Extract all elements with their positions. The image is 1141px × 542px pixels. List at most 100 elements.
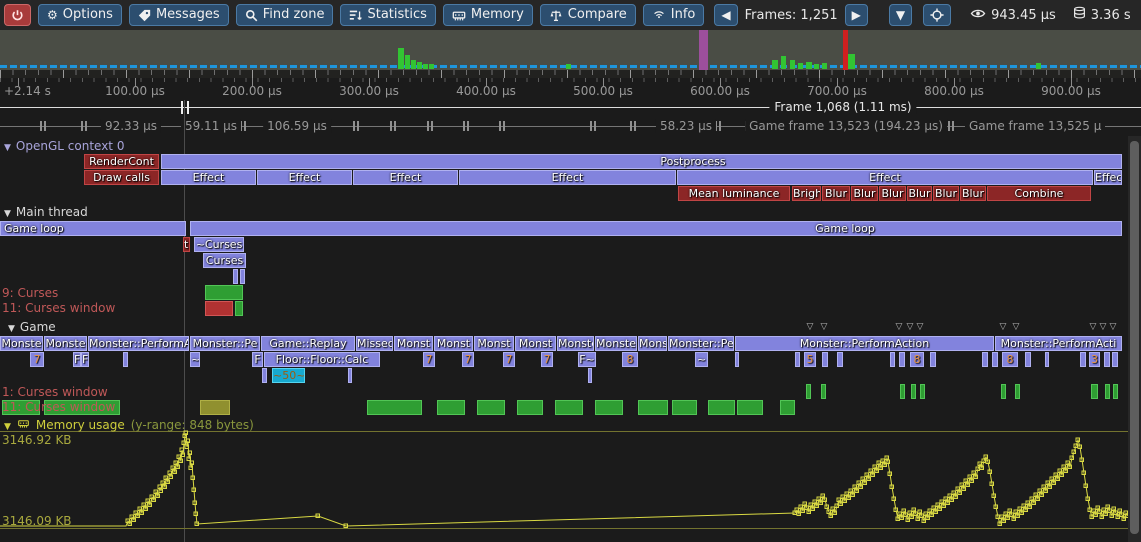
zone-bar[interactable] <box>1025 352 1031 367</box>
plot-bar[interactable] <box>900 384 905 399</box>
zone-bar[interactable]: Monste <box>595 336 637 351</box>
message-marker[interactable]: ▽ <box>807 322 814 332</box>
plot-bar[interactable] <box>1001 384 1006 399</box>
zone-bar[interactable]: 7 <box>462 352 474 367</box>
plot-bar[interactable] <box>638 400 668 415</box>
plot-bar[interactable] <box>780 400 795 415</box>
zone-bar[interactable]: Blur <box>933 186 959 201</box>
plot-bar[interactable] <box>821 384 826 399</box>
zone-bar[interactable]: Effect <box>459 170 676 185</box>
zone-bar[interactable] <box>240 269 245 284</box>
zone-bar[interactable]: F <box>252 352 263 367</box>
zone-bar[interactable] <box>1112 352 1118 367</box>
zone-bar[interactable] <box>123 352 128 367</box>
memory-plot[interactable] <box>0 418 1141 542</box>
zone-bar[interactable]: Blur <box>851 186 878 201</box>
plot-bar[interactable] <box>1015 384 1020 399</box>
zone-bar[interactable]: Monste <box>0 336 43 351</box>
plot-bar[interactable] <box>235 301 243 316</box>
zone-bar[interactable]: Brigh <box>792 186 821 201</box>
zone-bar[interactable]: Monst <box>515 336 556 351</box>
zone-bar[interactable] <box>588 368 592 383</box>
zone-bar[interactable]: ~Curses <box>194 237 244 252</box>
plot-bar[interactable] <box>1091 384 1098 399</box>
zone-bar[interactable]: Blur <box>907 186 932 201</box>
plot-bar[interactable] <box>672 400 697 415</box>
zone-bar[interactable]: 8 <box>622 352 638 367</box>
message-marker[interactable]: ▽ <box>896 322 903 332</box>
zone-bar[interactable] <box>890 352 895 367</box>
zone-bar[interactable] <box>1080 352 1086 367</box>
message-marker[interactable]: ▽ <box>1100 322 1107 332</box>
plot-bar[interactable] <box>437 400 465 415</box>
zone-bar[interactable]: Monst <box>434 336 473 351</box>
section-header-game[interactable]: ▼Game <box>8 320 56 334</box>
section-header-opengl[interactable]: ▼OpenGL context 0 <box>4 139 124 153</box>
zone-bar[interactable] <box>1045 352 1049 367</box>
zone-bar[interactable] <box>1104 352 1110 367</box>
plot-bar[interactable] <box>1105 384 1110 399</box>
plot-bar[interactable] <box>200 400 230 415</box>
zone-bar[interactable]: Curses <box>203 253 246 268</box>
zone-bar[interactable] <box>982 352 988 367</box>
zone-bar[interactable]: ~ <box>695 352 708 367</box>
zone-bar[interactable]: F <box>73 352 81 367</box>
zone-bar[interactable]: Monst <box>474 336 514 351</box>
zone-bar[interactable]: Missed <box>356 336 393 351</box>
plot-bar[interactable] <box>205 285 243 300</box>
zone-bar[interactable]: 8 <box>1002 352 1018 367</box>
zone-bar[interactable]: 8 <box>910 352 924 367</box>
plot-bar[interactable] <box>911 384 916 399</box>
zone-bar[interactable] <box>262 368 267 383</box>
zone-bar[interactable] <box>899 352 905 367</box>
plot-bar[interactable] <box>555 400 583 415</box>
zone-bar[interactable]: Monster::PerformA <box>88 336 189 351</box>
vertical-scrollbar[interactable] <box>1128 136 1141 542</box>
zone-bar[interactable] <box>837 352 843 367</box>
message-marker[interactable]: ▽ <box>821 322 828 332</box>
zone-bar[interactable]: ~ <box>190 352 200 367</box>
zone-bar[interactable]: F <box>81 352 89 367</box>
plot-bar[interactable] <box>517 400 543 415</box>
plot-bar[interactable] <box>708 400 735 415</box>
zone-bar[interactable] <box>930 352 936 367</box>
scrollbar-thumb[interactable] <box>1130 141 1139 534</box>
zone-bar[interactable]: Effect <box>353 170 458 185</box>
zone-bar[interactable]: 7 <box>503 352 515 367</box>
zone-bar[interactable]: Game::Replay <box>261 336 355 351</box>
zone-bar[interactable]: Blur <box>960 186 986 201</box>
zone-bar[interactable]: 7 <box>541 352 553 367</box>
zone-bar[interactable]: Monster::Pe <box>190 336 260 351</box>
zone-bar[interactable]: Monste <box>557 336 594 351</box>
zone-bar[interactable]: Floor::Floor::Calc <box>264 352 380 367</box>
plot-bar[interactable] <box>595 400 623 415</box>
zone-bar[interactable]: Effect <box>161 170 256 185</box>
zone-bar[interactable]: Effect <box>257 170 352 185</box>
zone-bar[interactable]: Monster::Pe <box>668 336 734 351</box>
message-marker[interactable]: ▽ <box>1013 322 1020 332</box>
plot-bar[interactable] <box>205 301 233 316</box>
zone-bar[interactable]: Draw calls <box>84 170 159 185</box>
zone-bar[interactable]: Monster::PerformActi <box>995 336 1122 351</box>
zone-bar[interactable] <box>190 221 1122 236</box>
message-marker[interactable]: ▽ <box>1000 322 1007 332</box>
zone-bar[interactable] <box>161 154 1122 169</box>
zone-bar[interactable] <box>795 352 800 367</box>
zone-bar[interactable]: 7 <box>30 352 44 367</box>
zone-bar[interactable]: ti <box>183 237 190 252</box>
zone-bar[interactable]: Blur <box>879 186 906 201</box>
zone-bar[interactable]: 3 <box>1089 352 1100 367</box>
zone-bar[interactable]: Game loop <box>0 221 186 236</box>
zone-bar[interactable]: Monst <box>394 336 433 351</box>
plot-bar[interactable] <box>806 384 811 399</box>
zone-bar[interactable] <box>822 352 828 367</box>
section-header-main-thread[interactable]: ▼Main thread <box>4 205 88 219</box>
timeline-area[interactable]: ▼OpenGL context 0 ▼Main thread ▼Game ▼Me… <box>0 0 1141 542</box>
zone-bar[interactable]: Effect <box>677 170 1093 185</box>
zone-bar[interactable]: ~50~ <box>272 368 305 383</box>
zone-bar[interactable] <box>992 352 998 367</box>
message-marker[interactable]: ▽ <box>1090 322 1097 332</box>
zone-bar[interactable]: 5 <box>804 352 816 367</box>
zone-bar[interactable]: RenderCont <box>84 154 159 169</box>
zone-bar[interactable] <box>233 269 238 284</box>
